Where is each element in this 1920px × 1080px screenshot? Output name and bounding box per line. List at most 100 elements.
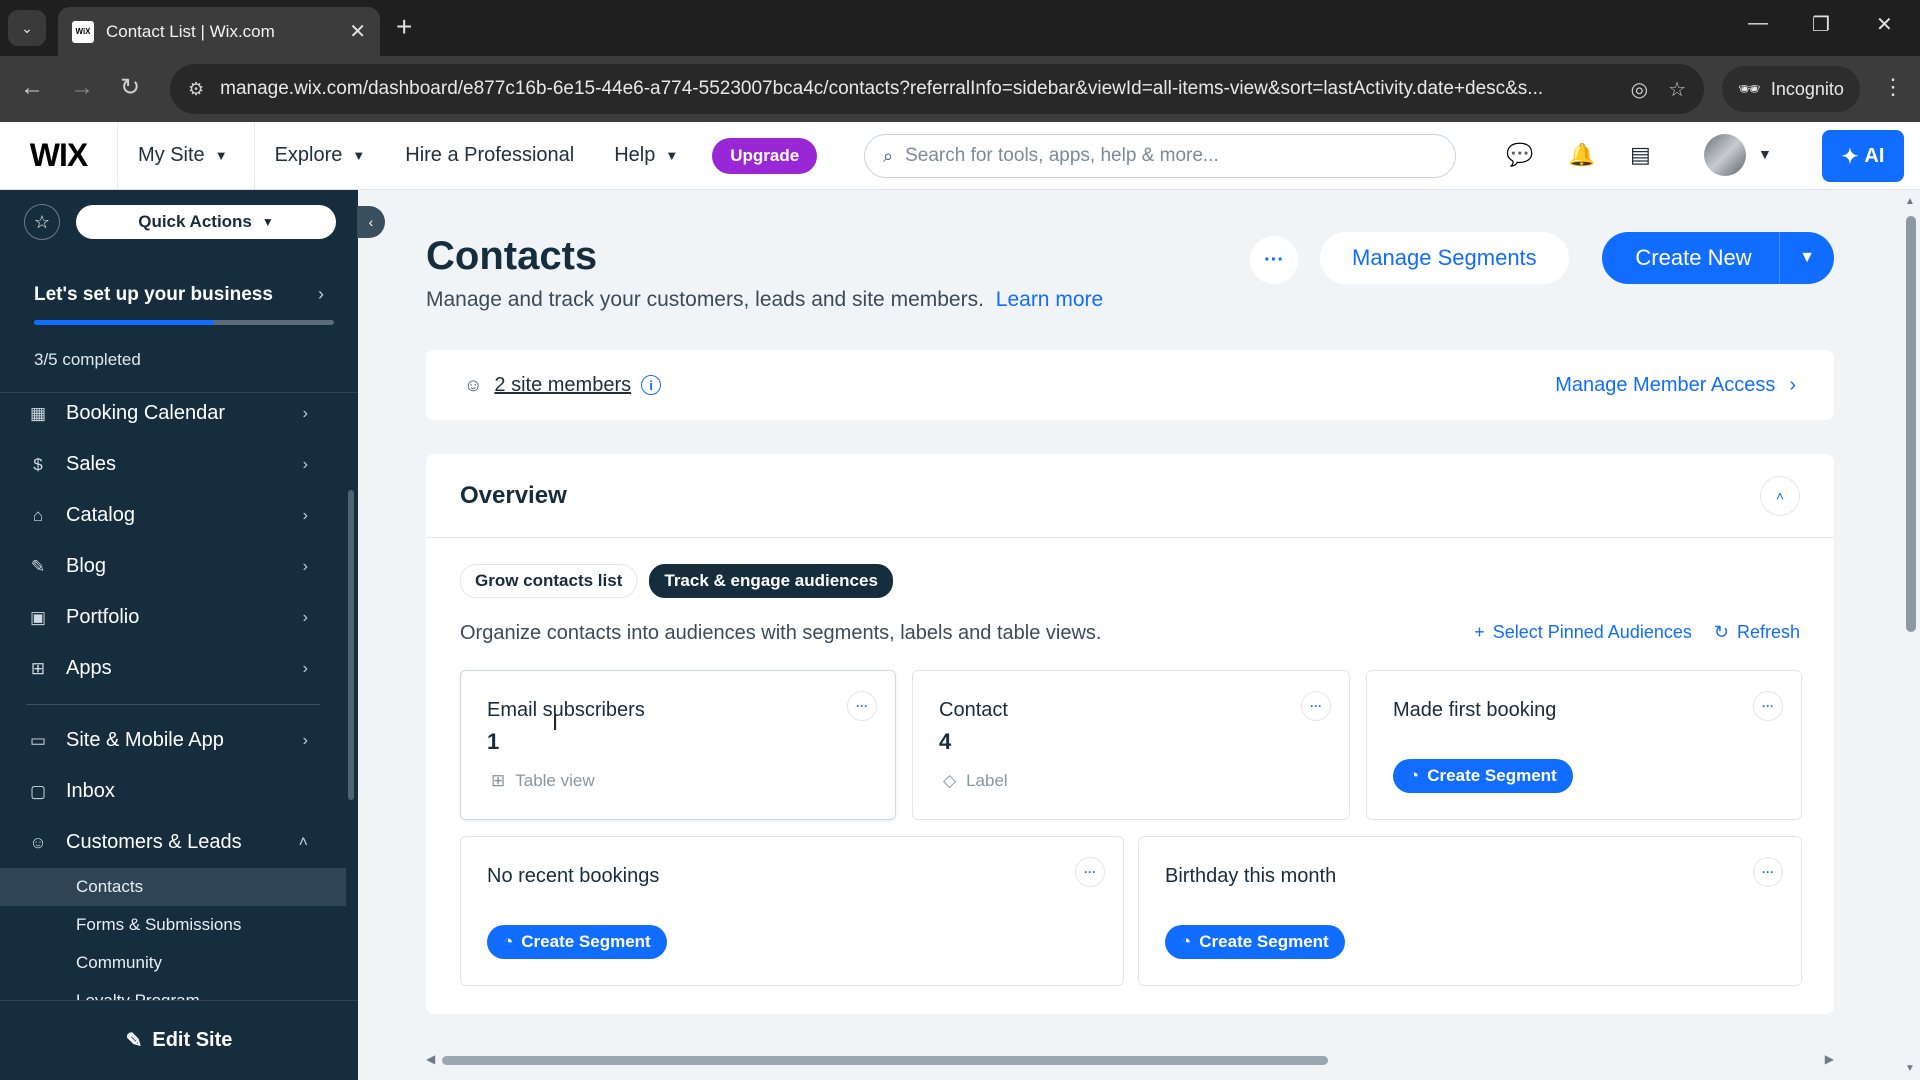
wix-logo[interactable]: WIX [0,121,118,190]
select-pinned-audiences-link[interactable]: + Select Pinned Audiences [1474,622,1692,643]
tab-close-icon[interactable]: ✕ [349,19,366,44]
tab-search-button[interactable]: ⌄ [8,10,46,46]
new-tab-button[interactable]: + [396,12,412,42]
tag-icon: ⌂ [32,505,44,525]
audience-card-no-recent-bookings[interactable]: No recent bookings ◔ Create Segment ··· [460,836,1124,986]
learn-more-link[interactable]: Learn more [996,288,1103,311]
sidebar-item-label: Sales [66,453,117,475]
sidebar-item-booking-calendar[interactable]: ▦ Booking Calendar › [0,388,346,439]
sidebar-item-blog[interactable]: ✎ Blog › [0,541,346,592]
address-bar[interactable]: ⚙ manage.wix.com/dashboard/e877c16b-6e15… [170,64,1704,114]
sidebar-item-site-mobile-app[interactable]: ▭ Site & Mobile App › [0,715,346,766]
eye-off-icon[interactable]: ◎ [1631,77,1648,102]
avatar[interactable] [1704,134,1746,176]
vertical-scrollbar[interactable]: ▲ ▼ [1900,190,1920,1080]
site-info-icon[interactable]: ⚙ [188,79,204,100]
more-actions-button[interactable]: ··· [847,691,877,721]
sidebar-scrollbar[interactable] [348,490,354,800]
more-actions-button[interactable]: ··· [1753,691,1783,721]
audience-meta: ⊞ Table view [491,771,595,791]
wix-favicon-icon: WiX [72,20,94,43]
chevron-down-icon[interactable]: ▼ [1758,146,1772,162]
my-site-dropdown[interactable]: My Site ▼ [118,122,255,189]
site-members-link[interactable]: 2 site members [494,374,631,397]
reload-icon[interactable]: ↻ [120,74,140,102]
tab-track-engage[interactable]: Track & engage audiences [649,564,893,598]
inbox-icon: ▢ [29,781,47,801]
sidebar-item-inbox[interactable]: ▢ Inbox [0,766,346,817]
wix-top-bar: WIX My Site ▼ Explore ▼ Hire a Professio… [0,121,1920,190]
more-actions-button[interactable]: ··· [1075,857,1105,887]
scroll-left-icon[interactable]: ◀ [426,1052,435,1066]
chevron-right-icon: › [302,608,308,626]
browser-tab[interactable]: WiX Contact List | Wix.com ✕ [58,7,380,56]
sidebar-item-apps[interactable]: ⊞ Apps › [0,643,346,694]
search-placeholder: Search for tools, apps, help & more... [905,145,1219,166]
sidebar-subitem-community[interactable]: Community [0,944,346,982]
sidebar-subitem-contacts[interactable]: Contacts [0,868,346,906]
scroll-down-icon[interactable]: ▼ [1905,1063,1915,1074]
news-icon[interactable]: ▤ [1630,142,1651,168]
manage-member-access-link[interactable]: Manage Member Access › [1555,374,1796,397]
calendar-icon: ▦ [29,403,47,423]
scrollbar-thumb[interactable] [442,1056,1328,1065]
overview-actions: + Select Pinned Audiences ↻ Refresh [1474,622,1800,643]
collapse-overview-button[interactable]: ˄ [1760,476,1800,516]
ai-label: AI [1864,144,1885,167]
sidebar-subitem-forms-submissions[interactable]: Forms & Submissions [0,906,346,944]
explore-dropdown[interactable]: Explore ▼ [255,122,386,189]
more-actions-button[interactable]: ··· [1753,857,1783,887]
sidebar-item-customers-leads[interactable]: ☺ Customers & Leads ˄ [0,817,346,868]
bookmark-star-icon[interactable]: ☆ [1668,77,1686,102]
info-icon[interactable]: i [641,375,662,395]
hire-professional-link[interactable]: Hire a Professional [385,122,594,189]
restore-icon[interactable]: ❐ [1812,12,1830,37]
ai-button[interactable]: ✦ AI [1822,130,1904,182]
more-actions-button[interactable]: ··· [1250,236,1298,284]
explore-label: Explore [274,144,343,166]
sidebar-item-label: Booking Calendar [66,402,225,424]
audience-card-contact[interactable]: Contact 4 ◇ Label ··· [912,670,1350,820]
upgrade-button[interactable]: Upgrade [712,137,818,174]
tab-title: Contact List | Wix.com [106,21,275,41]
segment-icon: ◔ [1181,932,1192,951]
create-segment-button[interactable]: ◔ Create Segment [1165,925,1345,959]
sidebar-item-portfolio[interactable]: ▣ Portfolio › [0,592,346,643]
tab-grow-contacts[interactable]: Grow contacts list [460,564,638,598]
audience-card-birthday-this-month[interactable]: Birthday this month ◔ Create Segment ··· [1138,836,1802,986]
manage-segments-button[interactable]: Manage Segments [1320,232,1569,284]
create-segment-label: Create Segment [521,932,651,951]
more-actions-button[interactable]: ··· [1301,691,1331,721]
setup-progress-fill [34,320,214,325]
back-icon[interactable]: ← [20,74,44,102]
horizontal-scrollbar[interactable]: ◀ ▶ [426,1052,1834,1068]
page-subtitle: Manage and track your customers, leads a… [426,288,1103,312]
refresh-link[interactable]: ↻ Refresh [1714,622,1800,643]
window-close-icon[interactable]: ✕ [1876,12,1893,37]
create-new-label[interactable]: Create New [1602,245,1779,271]
chat-icon[interactable]: 💬 [1506,142,1533,168]
scroll-up-icon[interactable]: ▲ [1905,196,1915,207]
create-segment-button[interactable]: ◔ Create Segment [1393,759,1573,793]
quick-actions-button[interactable]: Quick Actions ▼ [76,205,336,239]
chevron-up-icon: ˄ [298,833,308,851]
browser-menu-icon[interactable]: ⋮ [1882,74,1904,100]
forward-icon[interactable]: → [70,74,94,102]
create-new-button[interactable]: Create New ▼ [1602,232,1834,284]
help-dropdown[interactable]: Help ▼ [594,122,698,189]
chevron-down-icon[interactable]: ▼ [1780,249,1834,267]
edit-site-button[interactable]: ✎ Edit Site [0,1000,358,1080]
scrollbar-thumb[interactable] [1906,216,1916,632]
minimize-icon[interactable]: — [1748,12,1768,35]
sidebar-item-catalog[interactable]: ⌂ Catalog › [0,490,346,541]
incognito-badge[interactable]: 🕶 Incognito [1722,66,1860,112]
create-segment-button[interactable]: ◔ Create Segment [487,925,667,959]
overview-title: Overview [460,481,567,509]
star-icon[interactable]: ☆ [24,204,60,240]
scroll-right-icon[interactable]: ▶ [1825,1052,1834,1066]
audience-card-email-subscribers[interactable]: Email subscribers 1 ⊞ Table view ··· [460,670,896,820]
sidebar-item-sales[interactable]: $ Sales › [0,439,346,490]
audience-card-made-first-booking[interactable]: Made first booking ◔ Create Segment ··· [1366,670,1802,820]
search-input[interactable]: ⌕ Search for tools, apps, help & more... [864,134,1456,178]
bell-icon[interactable]: 🔔 [1568,142,1595,168]
